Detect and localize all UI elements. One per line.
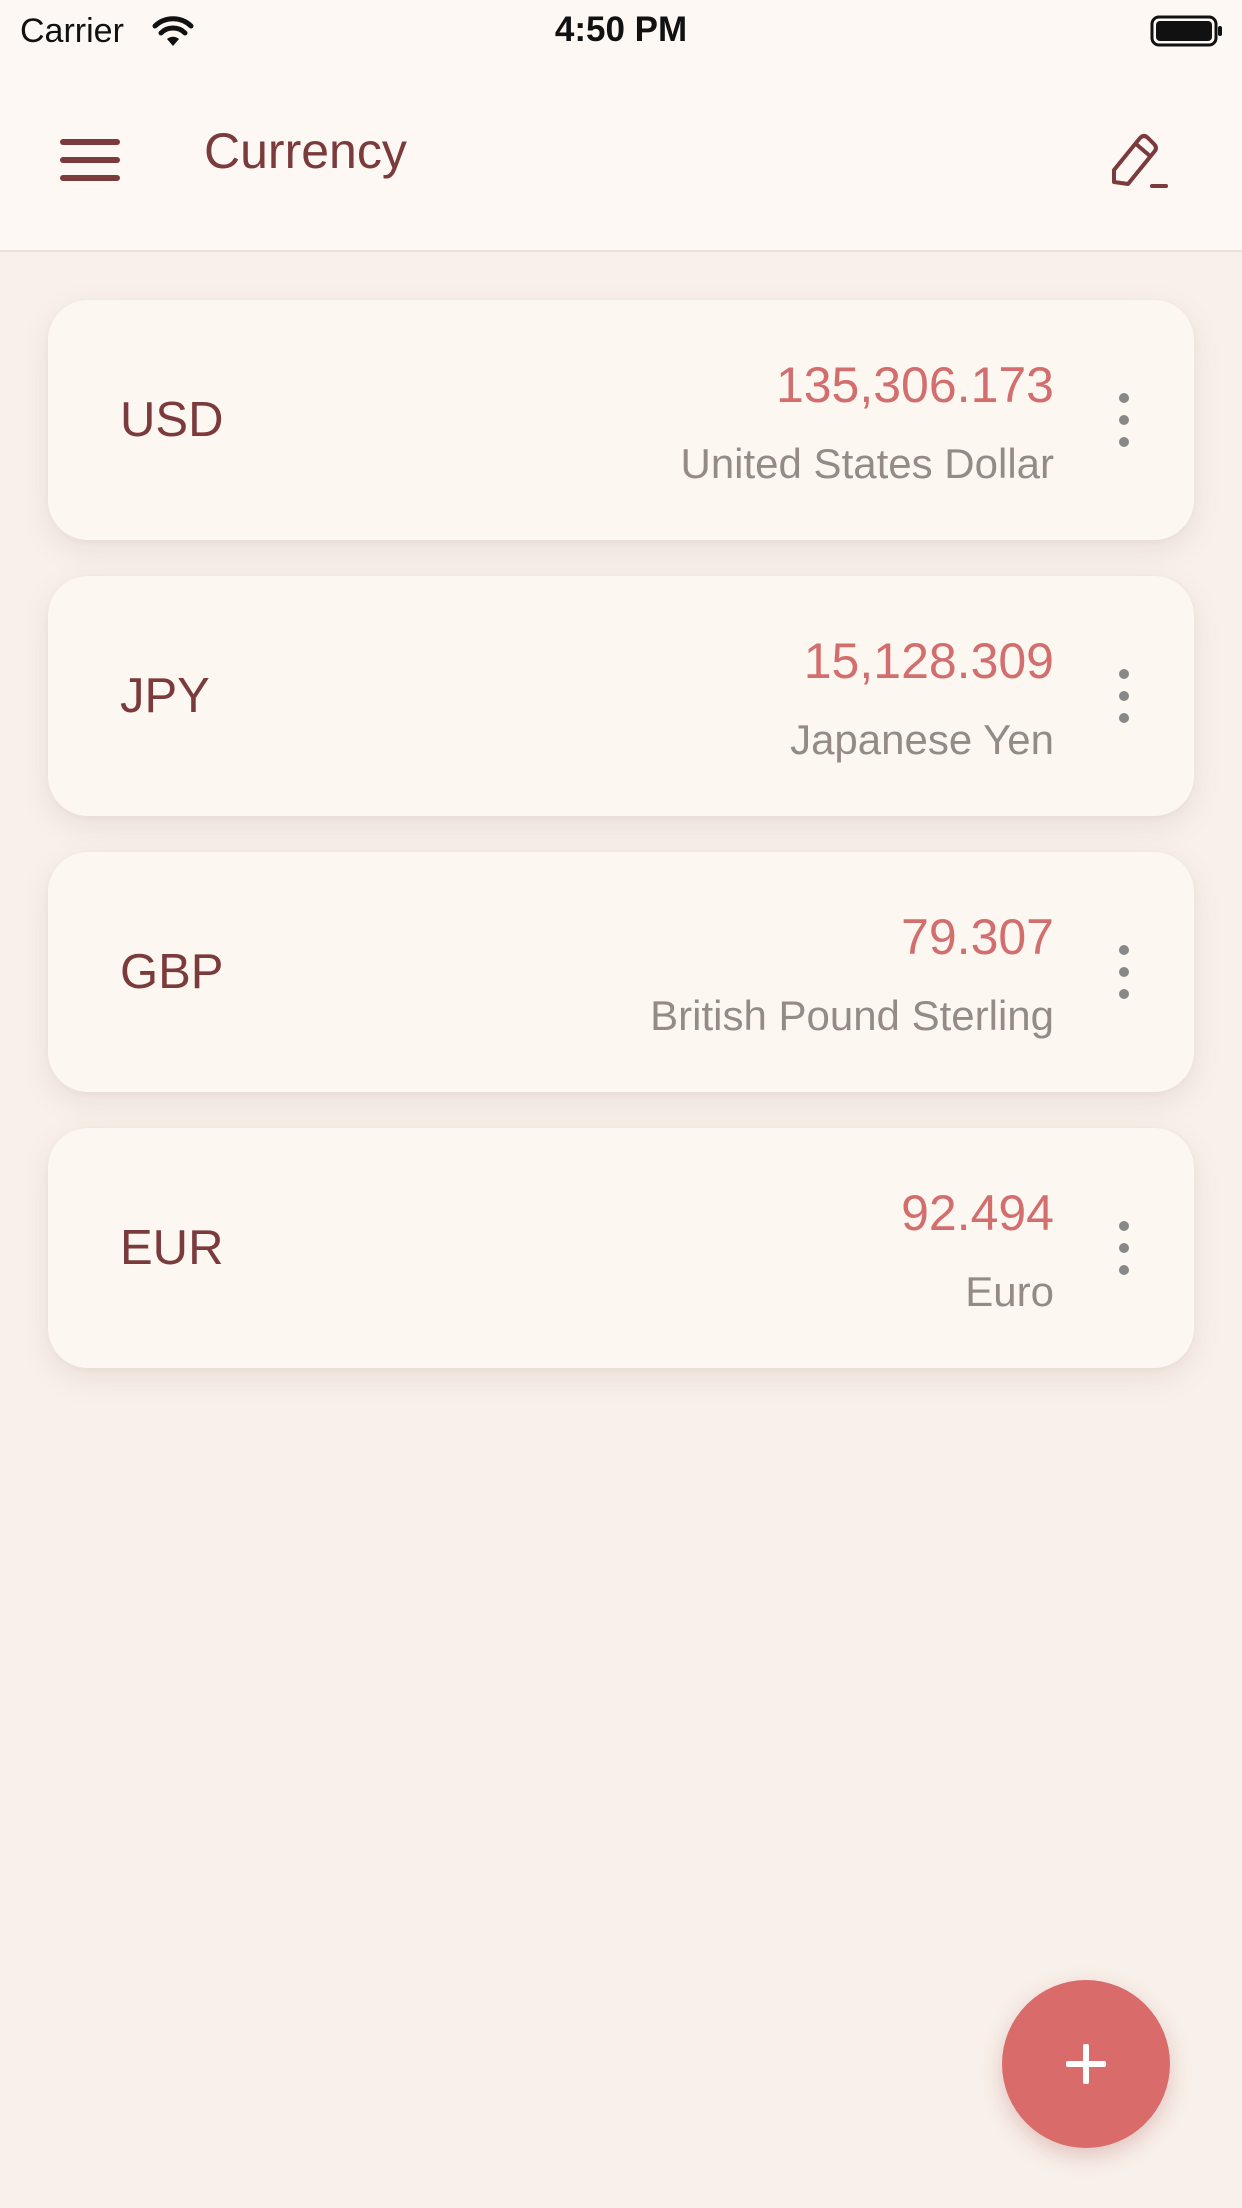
currency-code: JPY — [120, 669, 210, 723]
currency-amount: 135,306.173 — [775, 357, 1054, 413]
currency-name: Euro — [965, 1268, 1054, 1315]
currency-card-gbp[interactable]: GBP 79.307 British Pound Sterling — [48, 852, 1194, 1092]
more-options-button[interactable] — [1094, 1208, 1154, 1288]
more-options-button[interactable] — [1094, 380, 1154, 460]
more-options-button[interactable] — [1094, 932, 1154, 1012]
battery-icon — [1150, 15, 1222, 47]
page-title: Currency — [204, 123, 407, 179]
currency-card-eur[interactable]: EUR 92.494 Euro — [48, 1128, 1194, 1368]
currency-name: British Pound Sterling — [650, 992, 1054, 1039]
currency-amount: 92.494 — [901, 1185, 1054, 1241]
more-options-button[interactable] — [1094, 656, 1154, 736]
currency-code: EUR — [120, 1221, 224, 1275]
currency-name: United States Dollar — [680, 440, 1054, 487]
more-vertical-icon — [1119, 945, 1129, 999]
pencil-edit-icon — [1112, 134, 1168, 188]
more-vertical-icon — [1119, 669, 1129, 723]
more-vertical-icon — [1119, 393, 1129, 447]
add-currency-button[interactable] — [1002, 1980, 1170, 2148]
app-bar: Currency — [0, 62, 1242, 252]
currency-card-jpy[interactable]: JPY 15,128.309 Japanese Yen — [48, 576, 1194, 816]
currency-list: USD 135,306.173 United States Dollar JPY… — [48, 300, 1194, 1404]
currency-code: USD — [120, 393, 224, 447]
plus-icon — [1066, 2044, 1106, 2084]
currency-amount: 15,128.309 — [803, 633, 1054, 689]
status-bar: Carrier 4:50 PM — [0, 0, 1242, 62]
more-vertical-icon — [1119, 1221, 1129, 1275]
hamburger-menu-icon — [60, 139, 120, 181]
currency-card-usd[interactable]: USD 135,306.173 United States Dollar — [48, 300, 1194, 540]
menu-button[interactable] — [60, 112, 156, 208]
currency-code: GBP — [120, 945, 224, 999]
edit-button[interactable] — [1102, 122, 1182, 202]
currency-amount: 79.307 — [901, 909, 1054, 965]
currency-name: Japanese Yen — [790, 716, 1054, 763]
status-time: 4:50 PM — [554, 10, 688, 49]
